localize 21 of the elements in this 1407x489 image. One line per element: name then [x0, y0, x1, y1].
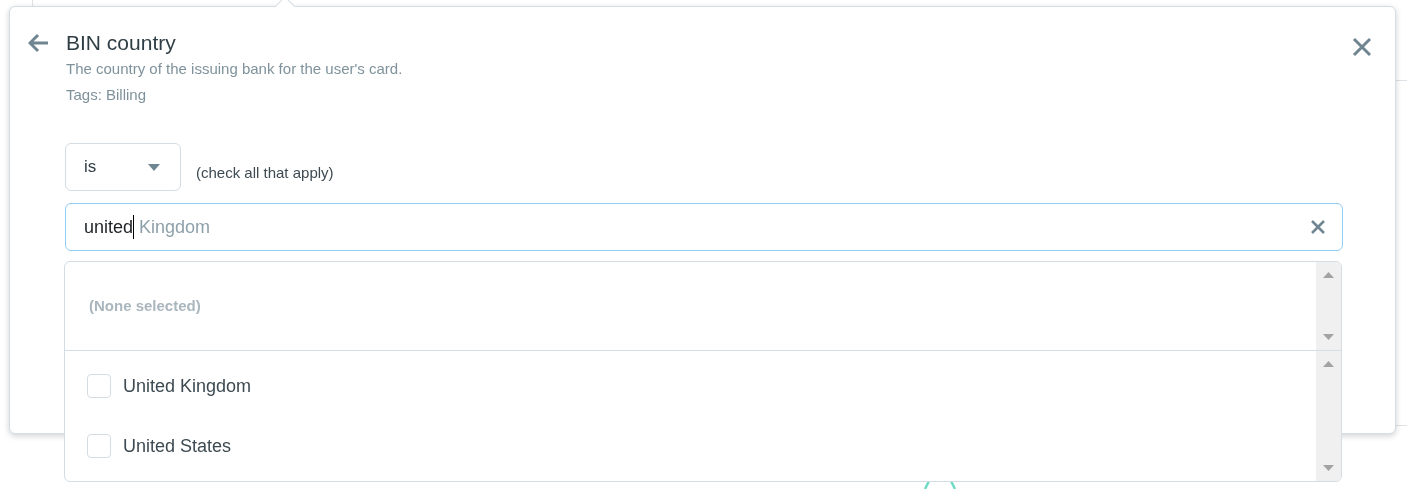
- search-field[interactable]: united Kingdom: [65, 203, 1343, 251]
- scrollbar[interactable]: [1316, 351, 1341, 481]
- description-text: The country of the issuing bank for the user's card.: [66, 59, 403, 79]
- hint-text: (check all that apply): [196, 162, 334, 183]
- scroll-up-icon[interactable]: [1323, 361, 1334, 367]
- caret-icon: [148, 163, 160, 171]
- close-icon[interactable]: [1352, 37, 1372, 57]
- option-label[interactable]: United Kingdom: [123, 372, 252, 400]
- checkbox[interactable]: [87, 434, 111, 458]
- scroll-down-icon[interactable]: [1323, 334, 1334, 340]
- option-label[interactable]: United States: [123, 432, 232, 460]
- scroll-up-icon[interactable]: [1323, 272, 1334, 278]
- scrollbar[interactable]: [1316, 262, 1341, 350]
- scroll-down-icon[interactable]: [1323, 465, 1334, 471]
- clear-icon[interactable]: [1310, 219, 1326, 235]
- checkbox[interactable]: [87, 374, 111, 398]
- popover-title: BIN country: [66, 30, 177, 56]
- back-arrow-icon[interactable]: [28, 33, 50, 53]
- tags-text: Tags: Billing: [66, 85, 148, 105]
- operator-select[interactable]: is: [65, 143, 181, 191]
- none-selected-text: (None selected): [89, 295, 201, 316]
